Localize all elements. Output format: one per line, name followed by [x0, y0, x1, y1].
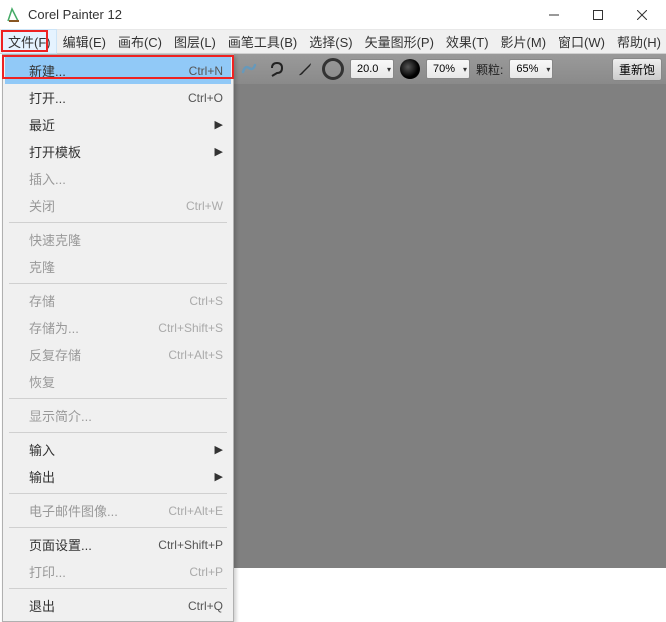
- size-input[interactable]: 20.0▾: [350, 59, 394, 79]
- menu-item-shortcut: Ctrl+Shift+P: [158, 538, 223, 552]
- menu-item-label: 打开...: [29, 88, 188, 107]
- opacity-dot-icon[interactable]: [400, 59, 420, 79]
- menu-item: 插入...: [5, 165, 231, 192]
- menu-item-label: 恢复: [29, 372, 223, 391]
- menu-item[interactable]: 页面设置...Ctrl+Shift+P: [5, 531, 231, 558]
- opacity-input[interactable]: 70%▾: [426, 59, 470, 79]
- menu-item: 快速克隆: [5, 226, 231, 253]
- canvas-area: [234, 84, 666, 568]
- menu-item: 存储为...Ctrl+Shift+S: [5, 314, 231, 341]
- menu-item[interactable]: 打开模板▶: [5, 138, 231, 165]
- menu-effects[interactable]: 效果(T): [440, 29, 495, 54]
- opacity-value: 70%: [433, 63, 461, 75]
- ring-icon[interactable]: [322, 58, 344, 80]
- menu-item: 关闭Ctrl+W: [5, 192, 231, 219]
- menu-item: 打印...Ctrl+P: [5, 558, 231, 585]
- lasso-icon[interactable]: [266, 58, 288, 80]
- menu-item-label: 关闭: [29, 196, 186, 215]
- menu-item: 克隆: [5, 253, 231, 280]
- menu-separator: [9, 222, 227, 223]
- submenu-arrow-icon: ▶: [215, 470, 223, 483]
- menu-layers[interactable]: 图层(L): [168, 29, 222, 54]
- menu-shapes[interactable]: 矢量图形(P): [359, 29, 440, 54]
- menu-item-shortcut: Ctrl+Shift+S: [158, 321, 223, 335]
- window-controls: [532, 0, 664, 30]
- menu-item-label: 电子邮件图像...: [29, 501, 168, 520]
- menu-item-label: 插入...: [29, 169, 223, 188]
- menu-file[interactable]: 文件(F): [2, 29, 57, 54]
- menu-item: 反复存储Ctrl+Alt+S: [5, 341, 231, 368]
- grain-label: 颗粒:: [476, 61, 503, 78]
- menu-item-label: 显示简介...: [29, 406, 223, 425]
- menu-item-shortcut: Ctrl+N: [189, 64, 223, 78]
- menu-separator: [9, 283, 227, 284]
- menu-item-shortcut: Ctrl+Alt+E: [168, 504, 223, 518]
- window-title: Corel Painter 12: [28, 7, 532, 22]
- menu-movie[interactable]: 影片(M): [495, 29, 553, 54]
- menu-canvas[interactable]: 画布(C): [112, 29, 168, 54]
- menu-item[interactable]: 输出▶: [5, 463, 231, 490]
- submenu-arrow-icon: ▶: [215, 443, 223, 456]
- menu-brushes[interactable]: 画笔工具(B): [222, 29, 303, 54]
- titlebar: Corel Painter 12: [0, 0, 666, 30]
- menu-item-label: 快速克隆: [29, 230, 223, 249]
- menu-item: 存储Ctrl+S: [5, 287, 231, 314]
- menu-item-label: 打开模板: [29, 142, 223, 161]
- menu-item[interactable]: 最近▶: [5, 111, 231, 138]
- menu-item-shortcut: Ctrl+W: [186, 199, 223, 213]
- menu-item-label: 存储为...: [29, 318, 158, 337]
- menu-select[interactable]: 选择(S): [303, 29, 358, 54]
- menu-edit[interactable]: 编辑(E): [57, 29, 112, 54]
- menu-item[interactable]: 退出Ctrl+Q: [5, 592, 231, 619]
- file-menu-dropdown: 新建...Ctrl+N打开...Ctrl+O最近▶打开模板▶插入...关闭Ctr…: [2, 54, 234, 622]
- menu-item: 恢复: [5, 368, 231, 395]
- grain-value: 65%: [516, 63, 544, 75]
- menu-item-label: 存储: [29, 291, 189, 310]
- menu-item-shortcut: Ctrl+O: [188, 91, 223, 105]
- menu-item-shortcut: Ctrl+S: [189, 294, 223, 308]
- menu-separator: [9, 432, 227, 433]
- menu-separator: [9, 588, 227, 589]
- size-value: 20.0: [357, 63, 385, 75]
- menu-item-shortcut: Ctrl+Q: [188, 599, 223, 613]
- dropdown-arrow-icon: ▾: [387, 65, 391, 74]
- menu-item[interactable]: 新建...Ctrl+N: [5, 57, 231, 84]
- menu-item[interactable]: 打开...Ctrl+O: [5, 84, 231, 111]
- brush-toolbar: 20.0▾ 70%▾ 颗粒: 65%▾ 重新饱: [234, 54, 666, 84]
- menu-item-shortcut: Ctrl+Alt+S: [168, 348, 223, 362]
- menu-item-label: 新建...: [29, 61, 189, 80]
- maximize-button[interactable]: [576, 0, 620, 30]
- close-button[interactable]: [620, 0, 664, 30]
- menu-item-label: 页面设置...: [29, 535, 158, 554]
- app-icon: [6, 7, 22, 23]
- submenu-arrow-icon: ▶: [215, 145, 223, 158]
- submenu-arrow-icon: ▶: [215, 118, 223, 131]
- menu-item-label: 打印...: [29, 562, 189, 581]
- menu-item-label: 退出: [29, 596, 188, 615]
- brush-icon[interactable]: [294, 58, 316, 80]
- menu-item-label: 克隆: [29, 257, 223, 276]
- menubar: 文件(F) 编辑(E) 画布(C) 图层(L) 画笔工具(B) 选择(S) 矢量…: [0, 30, 666, 54]
- menu-separator: [9, 527, 227, 528]
- grain-input[interactable]: 65%▾: [509, 59, 553, 79]
- menu-item-label: 输入: [29, 440, 223, 459]
- menu-item-label: 反复存储: [29, 345, 168, 364]
- dropdown-arrow-icon: ▾: [463, 65, 467, 74]
- menu-item: 显示简介...: [5, 402, 231, 429]
- menu-separator: [9, 493, 227, 494]
- menu-help[interactable]: 帮助(H): [611, 29, 666, 54]
- minimize-button[interactable]: [532, 0, 576, 30]
- menu-item: 电子邮件图像...Ctrl+Alt+E: [5, 497, 231, 524]
- refill-button[interactable]: 重新饱: [612, 58, 662, 81]
- swirl-icon[interactable]: [238, 58, 260, 80]
- menu-item-label: 输出: [29, 467, 223, 486]
- menu-window[interactable]: 窗口(W): [552, 29, 611, 54]
- menu-separator: [9, 398, 227, 399]
- menu-item-label: 最近: [29, 115, 223, 134]
- menu-item-shortcut: Ctrl+P: [189, 565, 223, 579]
- dropdown-arrow-icon: ▾: [546, 65, 550, 74]
- menu-item[interactable]: 输入▶: [5, 436, 231, 463]
